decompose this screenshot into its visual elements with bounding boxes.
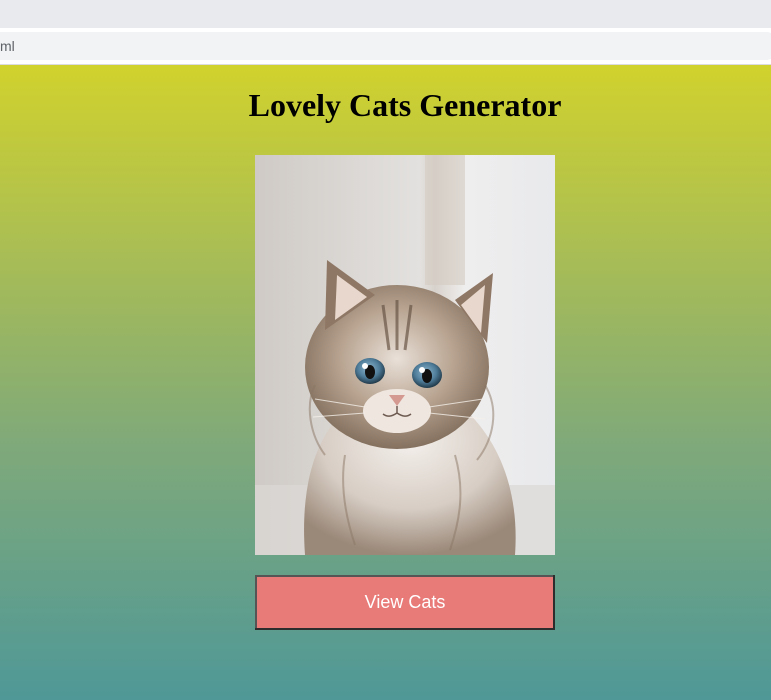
browser-chrome: ml [0, 0, 771, 65]
cat-image [255, 155, 555, 555]
page-body: Lovely Cats Generator View Cats [0, 65, 771, 700]
address-bar[interactable] [0, 32, 771, 60]
tab-strip [0, 0, 771, 28]
page-title: Lovely Cats Generator [248, 87, 562, 123]
view-cats-button[interactable]: View Cats [255, 575, 555, 630]
toolbar: ml [0, 28, 771, 65]
address-text[interactable]: ml [0, 38, 15, 54]
cat-photo-illustration [255, 155, 555, 555]
